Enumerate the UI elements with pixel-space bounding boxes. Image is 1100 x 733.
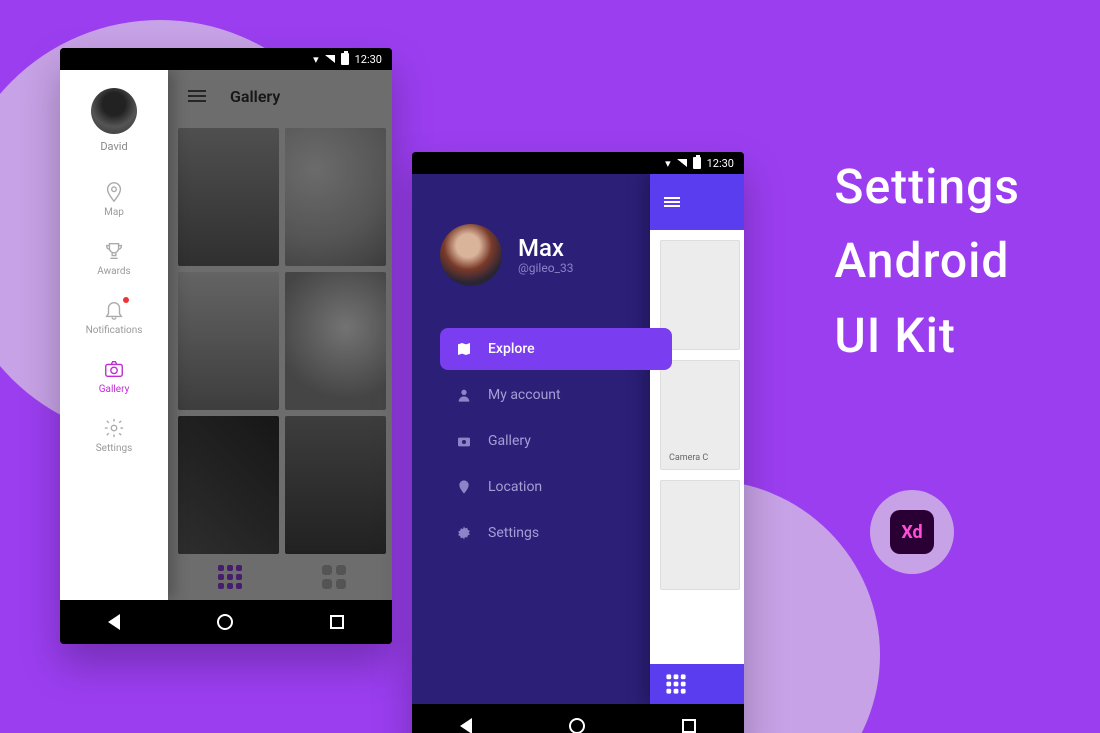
drawer-item-account[interactable]: My account — [440, 374, 672, 416]
drawer-item-label: Map — [104, 207, 124, 218]
drawer-item-label: Gallery — [99, 384, 130, 395]
phone-drawer-dark: ▾ 12:30 Camera C — [412, 152, 744, 733]
headline-line: UI Kit — [834, 299, 1020, 373]
camera-icon — [456, 433, 472, 449]
headline: Settings Android UI Kit — [834, 150, 1020, 373]
signal-icon — [677, 159, 687, 167]
drawer-user-handle: @gileo_33 — [518, 261, 573, 275]
avatar — [440, 224, 502, 286]
drawer-dark: Max @gileo_33 Explore My account — [412, 174, 672, 704]
promo-stage: Settings Android UI Kit Xd ▾ 12:30 Galle… — [0, 0, 1100, 733]
drawer-item-label: Settings — [96, 443, 133, 454]
battery-icon — [693, 157, 701, 169]
bell-icon — [103, 299, 125, 321]
drawer-item-awards[interactable]: Awards — [60, 230, 168, 289]
content-card[interactable] — [660, 480, 740, 590]
android-nav-bar — [60, 600, 392, 644]
drawer-light: David Map Awards Notifications Gallery — [60, 70, 168, 600]
status-bar: ▾ 12:30 — [60, 48, 392, 70]
status-time: 12:30 — [707, 157, 734, 170]
nav-home-icon[interactable] — [569, 718, 585, 733]
nav-recent-icon[interactable] — [682, 719, 696, 733]
wifi-icon: ▾ — [665, 157, 671, 170]
drawer-item-notifications[interactable]: Notifications — [60, 289, 168, 348]
nav-recent-icon[interactable] — [330, 615, 344, 629]
drawer-item-gallery[interactable]: Gallery — [440, 420, 672, 462]
content-card[interactable]: Camera C — [660, 360, 740, 470]
drawer-item-explore[interactable]: Explore — [440, 328, 672, 370]
wifi-icon: ▾ — [313, 53, 319, 66]
pin-icon — [103, 181, 125, 203]
card-label: Camera C — [669, 453, 708, 463]
status-bar: ▾ 12:30 — [412, 152, 744, 174]
xd-badge-label: Xd — [890, 510, 934, 554]
drawer-item-label: My account — [488, 387, 561, 403]
nav-back-icon[interactable] — [460, 718, 472, 733]
drawer-item-label: Notifications — [86, 325, 143, 336]
drawer-item-label: Settings — [488, 525, 539, 541]
map-icon — [456, 341, 472, 357]
nav-home-icon[interactable] — [217, 614, 233, 630]
camera-icon — [103, 358, 125, 380]
drawer-item-gallery[interactable]: Gallery — [60, 348, 168, 407]
drawer-item-settings[interactable]: Settings — [60, 407, 168, 466]
drawer-item-settings[interactable]: Settings — [440, 512, 672, 554]
trophy-icon — [103, 240, 125, 262]
nav-back-icon[interactable] — [108, 614, 120, 630]
drawer-item-location[interactable]: Location — [440, 466, 672, 508]
drawer-username: David — [100, 140, 127, 153]
battery-icon — [341, 53, 349, 65]
xd-badge: Xd — [870, 490, 954, 574]
drawer-item-label: Gallery — [488, 433, 531, 449]
avatar[interactable] — [91, 88, 137, 134]
drawer-item-map[interactable]: Map — [60, 171, 168, 230]
person-icon — [456, 387, 472, 403]
content-card[interactable] — [660, 240, 740, 350]
drawer-item-label: Explore — [488, 341, 535, 357]
gear-icon — [103, 417, 125, 439]
status-time: 12:30 — [355, 53, 382, 66]
drawer-item-label: Location — [488, 479, 542, 495]
phone-gallery: ▾ 12:30 Gallery — [60, 48, 392, 644]
headline-line: Android — [834, 224, 1020, 298]
notification-dot-icon — [123, 297, 129, 303]
gear-icon — [456, 525, 472, 541]
drawer-user[interactable]: Max @gileo_33 — [440, 224, 672, 286]
headline-line: Settings — [834, 150, 1020, 224]
android-nav-bar — [412, 704, 744, 733]
pin-icon — [456, 479, 472, 495]
drawer-item-label: Awards — [97, 266, 130, 277]
signal-icon — [325, 55, 335, 63]
drawer-username: Max — [518, 235, 573, 261]
